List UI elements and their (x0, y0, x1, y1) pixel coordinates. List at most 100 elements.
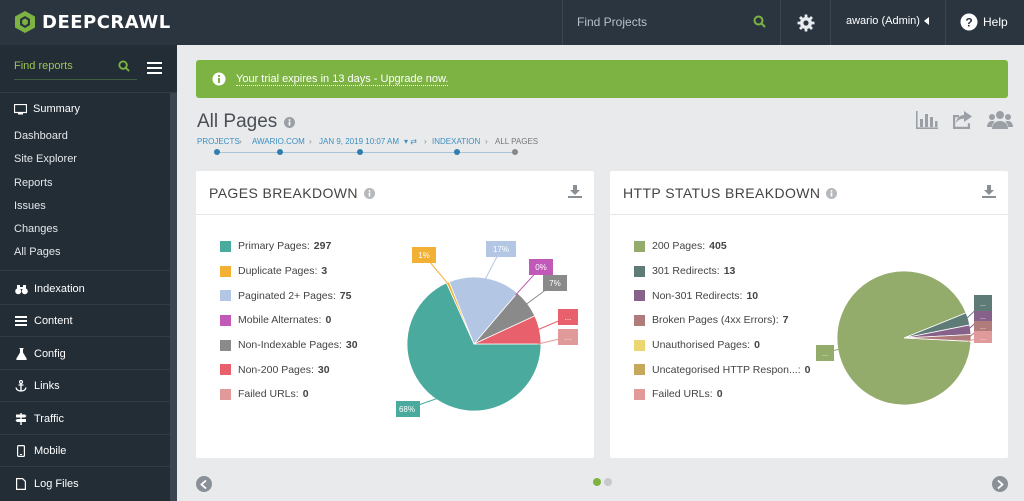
card-title-text: PAGES BREAKDOWN (209, 185, 358, 201)
legend-value: 13 (723, 265, 736, 278)
breadcrumb-dot[interactable] (454, 149, 460, 155)
legend-item-failed-urls[interactable]: Failed URLs: 0 (634, 382, 810, 407)
legend-label: 301 Redirects: (652, 265, 720, 278)
data-label: ... (980, 335, 986, 342)
upgrade-link[interactable]: Your trial expires in 13 days - Upgrade … (236, 73, 449, 86)
download-icon[interactable] (568, 185, 582, 198)
sidebar-item-links[interactable]: Links (14, 380, 60, 392)
legend-item-uncategorised-http-respon[interactable]: Uncategorised HTTP Respon...: 0 (634, 357, 810, 382)
legend-item-broken-pages-4xx-errors[interactable]: Broken Pages (4xx Errors): 7 (634, 308, 810, 333)
legend-item-paginated-2-pages[interactable]: Paginated 2+ Pages: 75 (220, 283, 358, 308)
download-icon[interactable] (982, 185, 996, 198)
sidebar-item-all-pages[interactable]: All Pages (14, 246, 60, 258)
legend-swatch (634, 240, 645, 252)
legend-item-non-indexable-pages[interactable]: Non-Indexable Pages: 30 (220, 333, 358, 358)
breadcrumb-dot[interactable] (277, 149, 283, 155)
card-header: PAGES BREAKDOWN (196, 171, 594, 215)
app-logo[interactable]: DEEPCRAWL (14, 9, 171, 35)
breadcrumb-dot[interactable] (214, 149, 220, 155)
data-label: 7% (549, 279, 561, 288)
breadcrumb-track (217, 152, 515, 153)
legend-label: Mobile Alternates: (238, 314, 322, 327)
sidebar-item-issues[interactable]: Issues (14, 200, 46, 212)
carousel-dots (593, 478, 612, 486)
legend-item-failed-urls[interactable]: Failed URLs: 0 (220, 382, 358, 407)
chevron-right-icon: › (485, 137, 488, 146)
legend-swatch (634, 265, 645, 277)
legend-item-duplicate-pages[interactable]: Duplicate Pages: 3 (220, 259, 358, 284)
sidebar-item-indexation[interactable]: Indexation (14, 283, 85, 295)
breadcrumb-projects[interactable]: PROJECTS (197, 137, 240, 146)
carousel-prev-button[interactable] (196, 476, 212, 492)
carousel-dot[interactable] (593, 478, 601, 486)
sidebar-item-reports[interactable]: Reports (14, 177, 53, 189)
users-icon[interactable] (987, 110, 1013, 130)
user-name: awario (Admin) (846, 15, 920, 27)
find-reports-search[interactable]: Find reports (0, 45, 177, 93)
carousel-dot[interactable] (604, 478, 612, 486)
user-menu[interactable]: awario (Admin) (830, 0, 946, 45)
sidebar-item-mobile[interactable]: Mobile (14, 445, 66, 457)
legend-label: Non-301 Redirects: (652, 289, 743, 302)
menu-toggle-icon[interactable] (147, 62, 162, 74)
find-reports-input[interactable]: Find reports (14, 60, 73, 72)
sidebar-item-site-explorer[interactable]: Site Explorer (14, 153, 77, 165)
chevron-right-icon: › (309, 137, 312, 146)
page-title-text: All Pages (197, 111, 278, 132)
search-icon[interactable] (753, 15, 766, 28)
bar-chart-icon[interactable] (915, 110, 939, 130)
info-icon[interactable] (826, 187, 838, 199)
legend-item-unauthorised-pages[interactable]: Unauthorised Pages: 0 (634, 333, 810, 358)
breadcrumb: PROJECTS › AWARIO.COM › JAN 9, 2019 10:0… (197, 137, 542, 157)
legend-item-non-301-redirects[interactable]: Non-301 Redirects: 10 (634, 283, 810, 308)
data-label: ... (980, 301, 986, 308)
settings-button[interactable] (780, 0, 830, 45)
chevron-right-icon: › (424, 137, 427, 146)
sidebar-item-config[interactable]: Config (14, 348, 66, 360)
info-icon[interactable] (363, 187, 375, 199)
breadcrumb-domain[interactable]: AWARIO.COM (252, 137, 305, 146)
share-icon[interactable] (951, 110, 975, 130)
carousel-next-button[interactable] (992, 476, 1008, 492)
sidebar-item-traffic[interactable]: Traffic (14, 413, 64, 425)
sidebar-item-dashboard[interactable]: Dashboard (14, 130, 68, 142)
data-label: ... (980, 324, 986, 331)
legend-value: 7 (782, 314, 789, 327)
legend-item-primary-pages[interactable]: Primary Pages: 297 (220, 234, 358, 259)
sidebar-item-label: Log Files (34, 478, 79, 490)
help-icon: ? (960, 13, 978, 31)
legend-item-301-redirects[interactable]: 301 Redirects: 13 (634, 259, 810, 284)
chevron-left-icon (200, 479, 207, 489)
sidebar-item-label: Content (34, 315, 73, 327)
data-label: 68% (399, 405, 415, 414)
find-projects-search[interactable]: Find Projects (562, 0, 780, 45)
legend-value: 0 (754, 339, 760, 352)
trial-banner: Your trial expires in 13 days - Upgrade … (196, 60, 1008, 98)
breadcrumb-crawl-date[interactable]: JAN 9, 2019 10:07 AM (319, 137, 399, 146)
search-icon[interactable] (118, 60, 130, 72)
legend-swatch (220, 240, 231, 252)
sidebar-divider (0, 270, 170, 271)
sidebar-item-log-files[interactable]: Log Files (14, 478, 79, 490)
breadcrumb-dot[interactable] (357, 149, 363, 155)
legend-item-mobile-alternates[interactable]: Mobile Alternates: 0 (220, 308, 358, 333)
data-label: 1% (418, 251, 430, 260)
help-button[interactable]: ? Help (960, 12, 1008, 32)
sidebar-item-content[interactable]: Content (14, 315, 73, 327)
legend-item-non-200-pages[interactable]: Non-200 Pages: 30 (220, 357, 358, 382)
legend-value: 0 (325, 314, 332, 327)
sidebar-item-summary[interactable]: Summary (14, 103, 80, 115)
legend-item-200-pages[interactable]: 200 Pages: 405 (634, 234, 810, 259)
sidebar-item-changes[interactable]: Changes (14, 223, 58, 235)
legend-value: 10 (746, 289, 759, 302)
breadcrumb-indexation[interactable]: INDEXATION (432, 137, 480, 146)
gear-icon (797, 14, 814, 31)
legend-swatch (220, 314, 231, 326)
sidebar-scrollbar[interactable] (170, 93, 177, 501)
compare-icon[interactable]: ▾ ⇄ (404, 137, 417, 146)
sidebar-divider (0, 466, 170, 467)
info-icon[interactable] (284, 116, 296, 128)
find-projects-input[interactable]: Find Projects (577, 15, 647, 29)
sidebar-divider (0, 434, 170, 435)
data-label: ... (980, 314, 986, 321)
